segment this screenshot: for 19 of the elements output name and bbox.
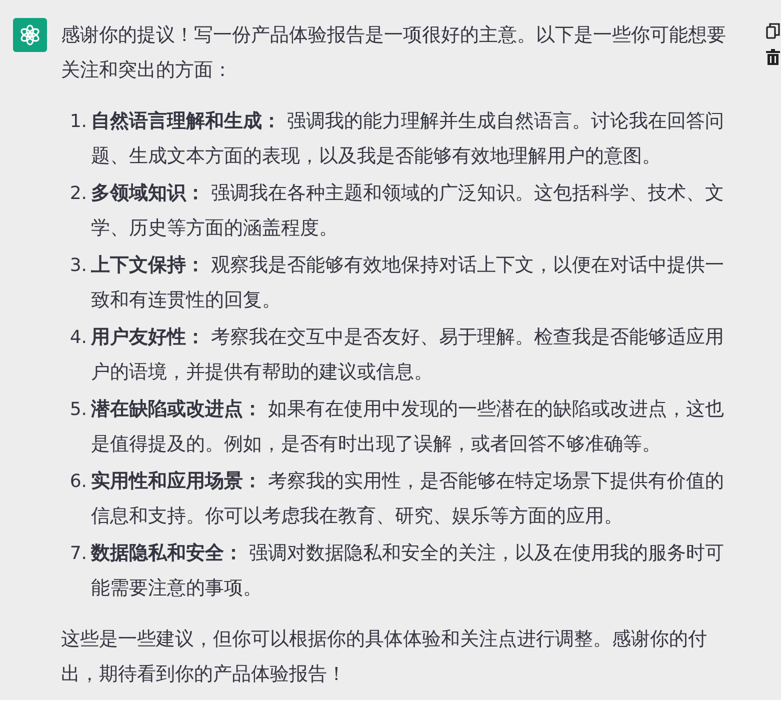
list-number: 4. <box>68 326 88 350</box>
trash-icon[interactable] <box>765 48 781 66</box>
list-number: 7. <box>68 542 88 566</box>
list-number: 5. <box>68 398 88 422</box>
list-number: 1. <box>68 110 88 134</box>
list-item-text: 用户友好性： 考察我在交互中是否友好、易于理解。检查我是否能够适应用户的语境，并提供有帮助的建议或信息。 <box>91 325 726 385</box>
list-item-text: 多领域知识： 强调我在各种主题和领域的广泛知识。这包括科学、技术、文学、历史等方面的涵盖程度。 <box>91 181 726 241</box>
list-item-text: 自然语言理解和生成： 强调我的能力理解并生成自然语言。讨论我在回答问题、生成文本方面的表现，以及我是否能够有效地理解用户的意图。 <box>91 109 726 169</box>
intro-text: 感谢你的提议！写一份产品体验报告是一项很好的主意。以下是一些你可能想要关注和突出的方面： <box>61 23 727 83</box>
copy-icon[interactable] <box>765 22 781 40</box>
list-item-text: 实用性和应用场景： 考察我的实用性，是否能够在特定场景下提供有价值的信息和支持。你可以考虑我在教育、研究、娱乐等方面的应用。 <box>91 469 726 529</box>
list-number: 3. <box>68 254 88 278</box>
list-item-text: 数据隐私和安全： 强调对数据隐私和安全的关注，以及在使用我的服务时可能需要注意的事项。 <box>91 541 726 601</box>
closing-text: 这些是一些建议，但你可以根据你的具体体验和关注点进行调整。感谢你的付出，期待看到你的产品体验报告！ <box>61 627 708 687</box>
list-number: 6. <box>68 470 88 494</box>
list-item-text: 上下文保持： 观察我是否能够有效地保持对话上下文，以便在对话中提供一致和有连贯性的回复。 <box>91 253 726 313</box>
logo-icon <box>18 23 42 47</box>
list-item-text: 潜在缺陷或改进点： 如果有在使用中发现的一些潜在的缺陷或改进点，这也是值得提及的。例如，是否有时出现了误解，或者回答不够准确等。 <box>91 397 726 457</box>
list-number: 2. <box>68 182 88 206</box>
